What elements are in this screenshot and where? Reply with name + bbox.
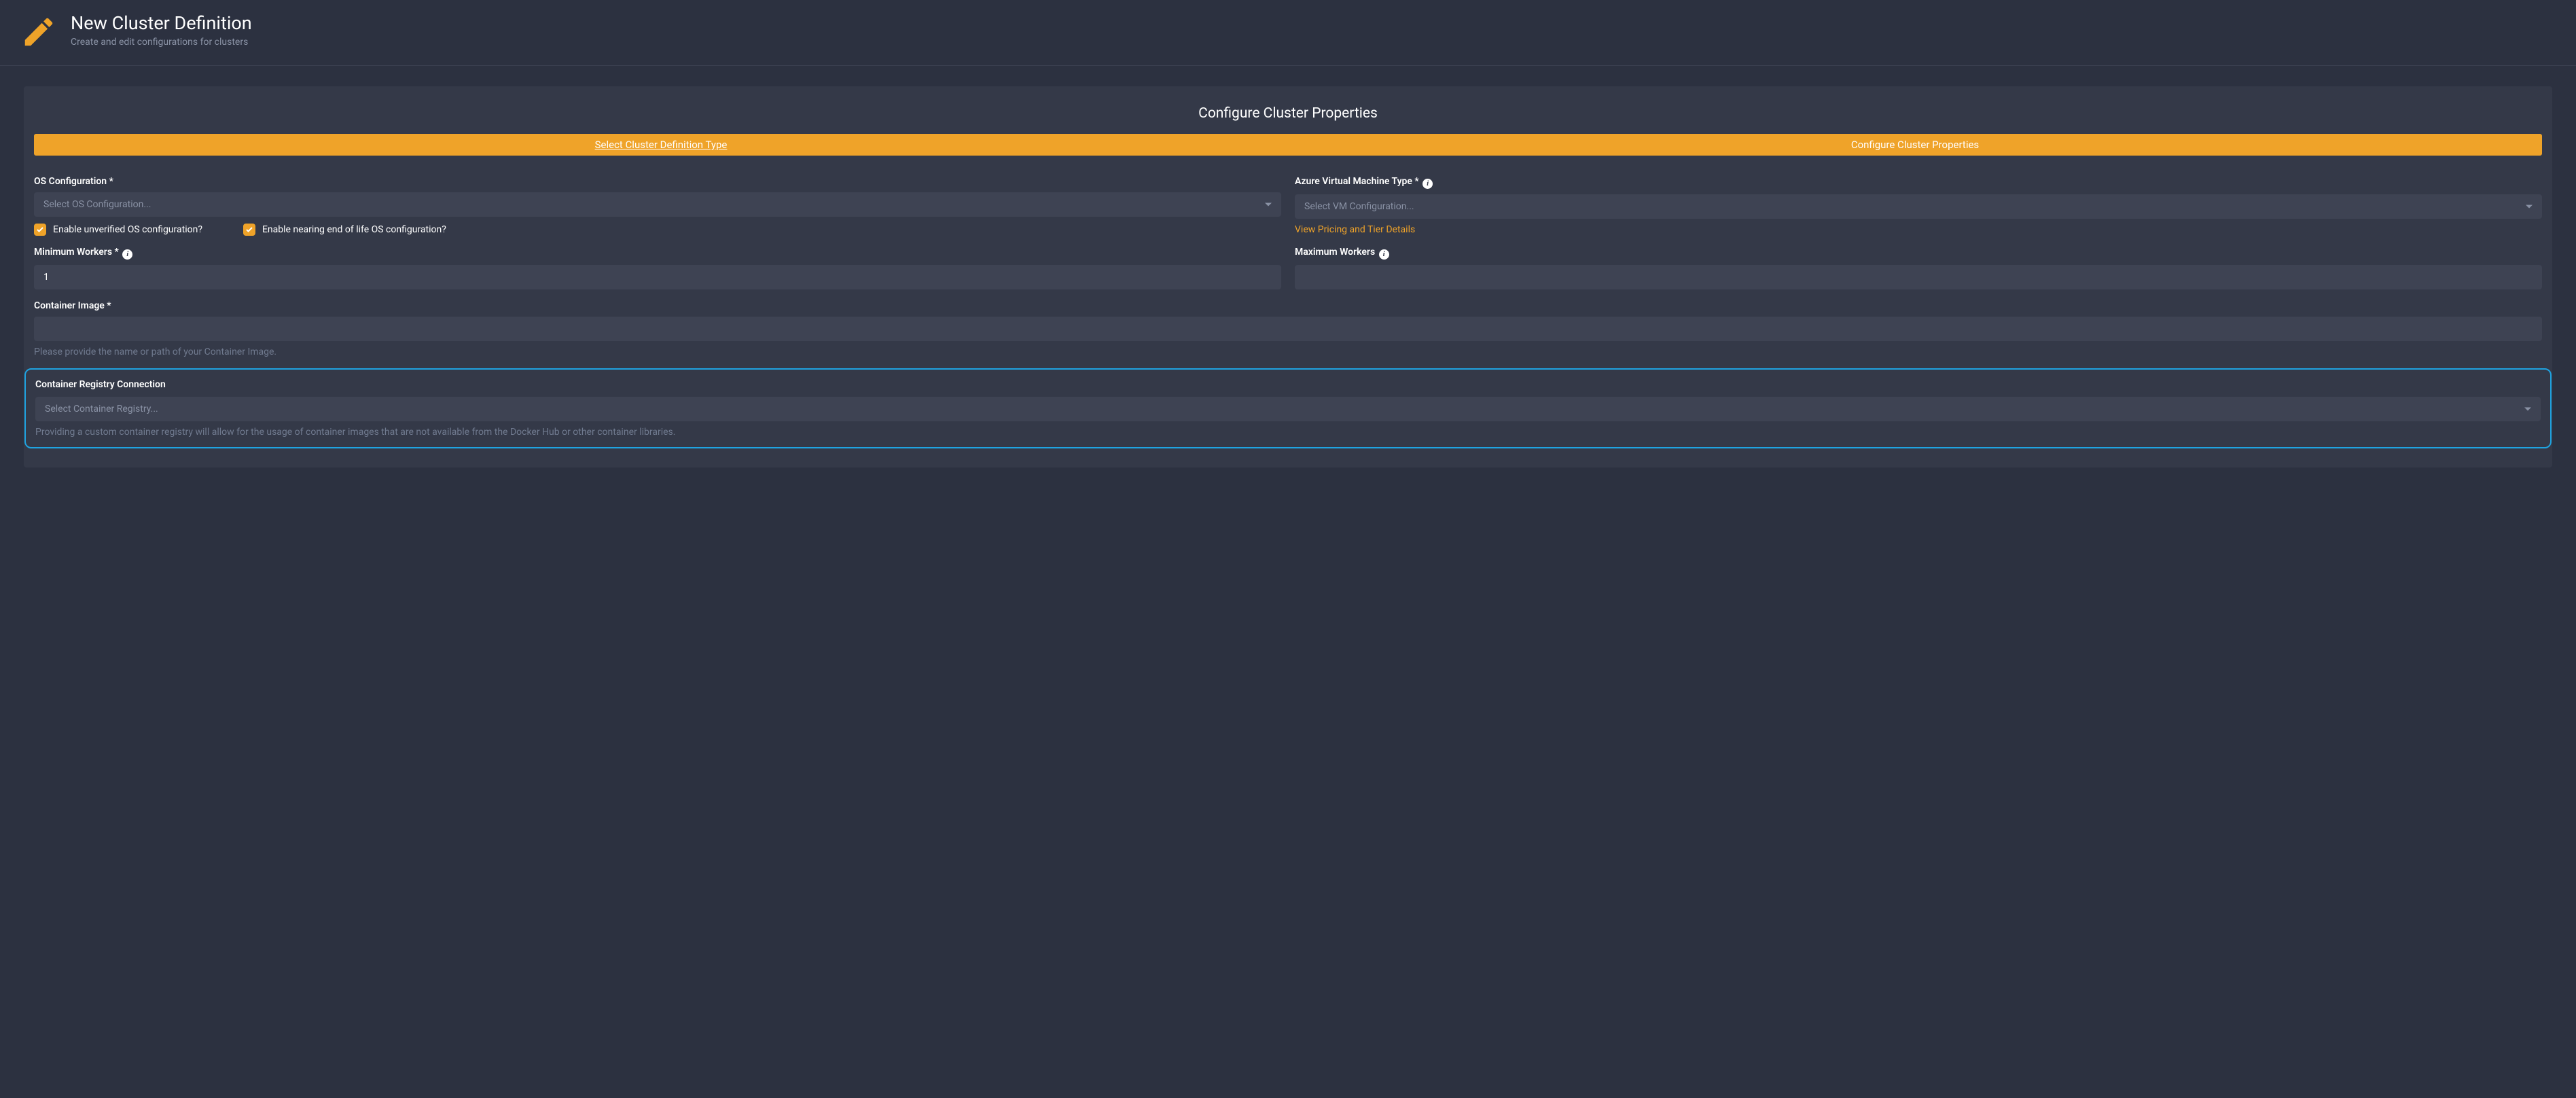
container-image-help: Please provide the name or path of your … [34,347,2542,357]
enable-eol-os-checkbox[interactable] [243,224,255,236]
vm-type-select[interactable]: Select VM Configuration... [1295,194,2542,219]
enable-unverified-os-label: Enable unverified OS configuration? [53,224,202,235]
os-config-group: OS Configuration * Select OS Configurati… [34,176,1281,236]
enable-eol-os-label: Enable nearing end of life OS configurat… [262,224,446,235]
content-panel: Configure Cluster Properties Select Clus… [24,86,2552,467]
container-image-group: Container Image * Please provide the nam… [34,300,2542,357]
vm-type-label: Azure Virtual Machine Type * i [1295,176,2542,189]
info-icon[interactable]: i [1423,179,1433,189]
page-title: New Cluster Definition [71,12,252,34]
vm-type-group: Azure Virtual Machine Type * i Select VM… [1295,176,2542,236]
os-config-label: OS Configuration * [34,176,1281,187]
container-registry-help: Providing a custom container registry wi… [35,427,2541,438]
max-workers-group: Maximum Workers i [1295,247,2542,289]
max-workers-label: Maximum Workers i [1295,247,2542,260]
info-icon[interactable]: i [1379,249,1389,260]
container-image-label: Container Image * [34,300,2542,311]
container-registry-group: Container Registry Connection Select Con… [24,368,2552,448]
panel-heading: Configure Cluster Properties [24,105,2552,122]
step-configure-properties[interactable]: Configure Cluster Properties [1288,134,2542,156]
page-subtitle: Create and edit configurations for clust… [71,37,252,48]
container-image-input[interactable] [34,317,2542,341]
min-workers-group: Minimum Workers * i [34,247,1281,289]
page-header: New Cluster Definition Create and edit c… [0,0,2576,66]
max-workers-input[interactable] [1295,265,2542,289]
min-workers-input[interactable] [34,265,1281,289]
info-icon[interactable]: i [122,249,132,260]
pricing-details-link[interactable]: View Pricing and Tier Details [1295,224,1415,235]
enable-unverified-os-checkbox[interactable] [34,224,46,236]
container-registry-label: Container Registry Connection [35,379,2541,390]
os-config-select[interactable]: Select OS Configuration... [34,192,1281,217]
pencil-icon [20,14,57,53]
container-registry-select[interactable]: Select Container Registry... [35,397,2541,421]
min-workers-label: Minimum Workers * i [34,247,1281,260]
step-progress-bar: Select Cluster Definition Type Configure… [34,134,2542,156]
step-select-type[interactable]: Select Cluster Definition Type [34,134,1288,156]
